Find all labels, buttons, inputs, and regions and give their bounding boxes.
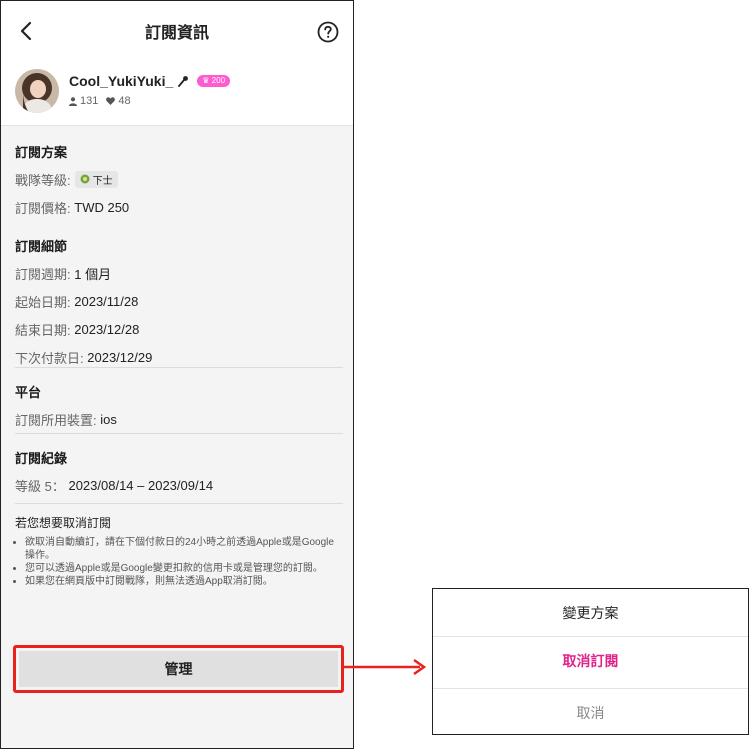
history-section: 訂閱紀錄 等級 5： 2023/08/14 – 2023/09/14 bbox=[15, 448, 341, 499]
details-section: 訂閱細節 訂閱週期: 1 個月 起始日期: 2023/11/28 結束日期: 2… bbox=[15, 236, 341, 371]
change-plan-option[interactable]: 變更方案 bbox=[433, 589, 748, 637]
phone-screen: 訂閱資訊 Cool_YukiYuki_ ♛ 200 131 48 訂閱方案 戰隊… bbox=[0, 0, 354, 749]
badge-icon: ♛ bbox=[202, 76, 210, 85]
price-row: 訂閱價格: TWD 250 bbox=[15, 193, 341, 221]
help-icon[interactable] bbox=[317, 21, 339, 43]
likes-stat: 48 bbox=[106, 95, 131, 107]
plan-title: 訂閱方案 bbox=[15, 145, 68, 160]
cancel-subscription-option[interactable]: 取消訂閱 bbox=[433, 637, 748, 685]
profile-stats: 131 48 bbox=[69, 95, 131, 107]
rank-label: 戰隊等級: bbox=[15, 172, 71, 188]
followers-stat: 131 bbox=[69, 95, 98, 107]
profile-card: Cool_YukiYuki_ ♛ 200 131 48 bbox=[1, 61, 353, 126]
history-title: 訂閱紀錄 bbox=[15, 451, 68, 466]
list-item: 您可以透過Apple或是Google變更扣款的信用卡或是管理您的訂閱。 bbox=[25, 562, 341, 575]
platform-section: 平台 訂閱所用裝置: ios bbox=[15, 382, 341, 433]
details-title: 訂閱細節 bbox=[15, 239, 68, 254]
start-date-row: 起始日期: 2023/11/28 bbox=[15, 293, 139, 310]
history-row: 等級 5： 2023/08/14 – 2023/09/14 bbox=[15, 477, 214, 494]
rank-chip: 下士 bbox=[74, 170, 118, 188]
end-date-row: 結束日期: 2023/12/28 bbox=[15, 321, 140, 338]
back-arrow-icon[interactable] bbox=[15, 17, 39, 45]
divider bbox=[15, 433, 343, 434]
rank-icon bbox=[80, 174, 90, 184]
manage-highlight: 管理 bbox=[13, 645, 344, 693]
avatar[interactable] bbox=[15, 69, 59, 113]
platform-title: 平台 bbox=[15, 385, 42, 400]
manage-button[interactable]: 管理 bbox=[19, 651, 338, 687]
nav-bar: 訂閱資訊 bbox=[1, 1, 353, 61]
cancel-info-section: 若您想要取消訂閱 欲取消自動續訂，請在下個付款日的24小時之前透過Apple或是… bbox=[15, 517, 341, 588]
period-row: 訂閱週期: 1 個月 bbox=[15, 266, 112, 282]
price-value: TWD 250 bbox=[74, 199, 130, 215]
list-item: 欲取消自動續訂，請在下個付款日的24小時之前透過Apple或是Google操作。 bbox=[25, 536, 341, 562]
rank-value: 下士 bbox=[92, 175, 113, 187]
divider bbox=[15, 503, 343, 504]
device-row: 訂閱所用裝置: ios bbox=[15, 411, 117, 428]
cancel-option[interactable]: 取消 bbox=[433, 689, 748, 737]
cancel-info-title: 若您想要取消訂閱 bbox=[15, 516, 112, 530]
action-sheet: 變更方案 取消訂閱 取消 bbox=[432, 588, 749, 735]
price-label: 訂閱價格: bbox=[15, 200, 71, 216]
arrow-indicator bbox=[344, 658, 427, 676]
plan-section: 訂閱方案 戰隊等級: 下士 訂閱價格: TWD 250 bbox=[15, 142, 341, 221]
rank-row: 戰隊等級: 下士 bbox=[15, 165, 341, 193]
level-badge: ♛ 200 bbox=[197, 75, 231, 87]
divider bbox=[15, 367, 343, 368]
page-title: 訂閱資訊 bbox=[144, 25, 209, 42]
heart-icon bbox=[106, 97, 116, 105]
microphone-icon bbox=[178, 76, 189, 87]
profile-name: Cool_YukiYuki_ bbox=[69, 73, 174, 89]
list-item: 如果您在網頁版中訂閱戰隊，則無法透過App取消訂閱。 bbox=[25, 575, 341, 588]
cancel-notes-list: 欲取消自動續訂，請在下個付款日的24小時之前透過Apple或是Google操作。… bbox=[15, 536, 341, 588]
profile-name-row: Cool_YukiYuki_ ♛ 200 bbox=[69, 73, 231, 89]
person-icon bbox=[69, 96, 77, 106]
